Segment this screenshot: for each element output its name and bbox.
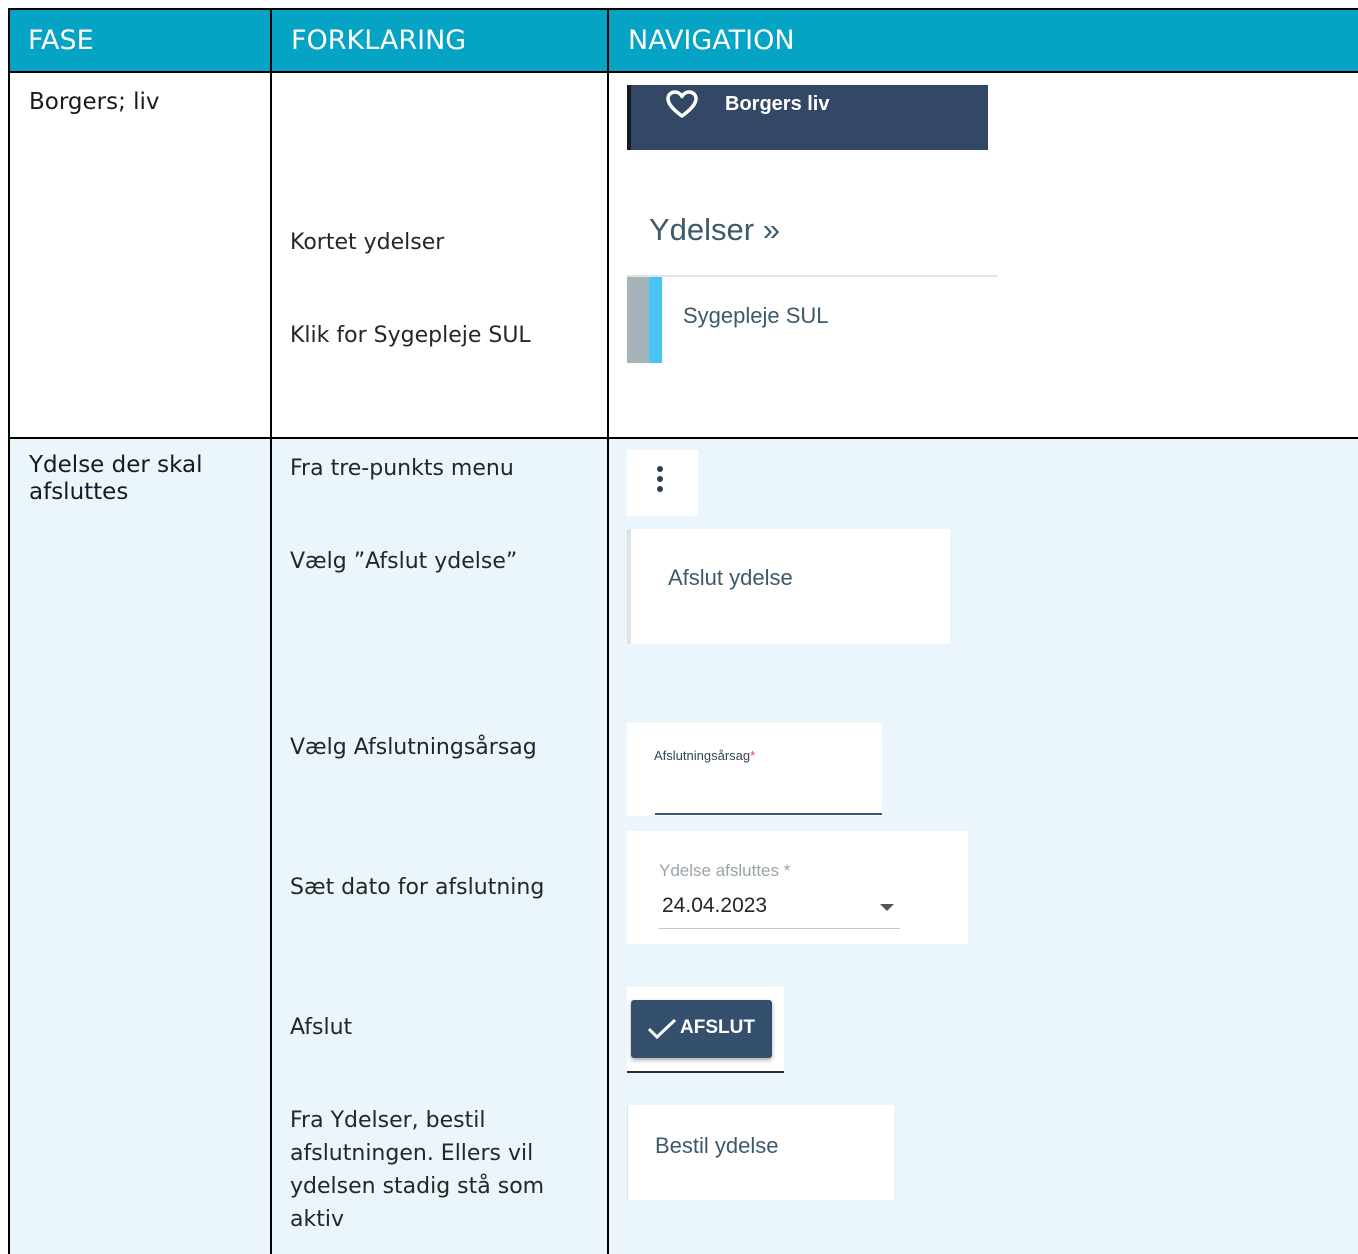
date-field-label: Ydelse afsluttes * bbox=[659, 861, 791, 880]
borgers-liv-label: Borgers liv bbox=[725, 93, 830, 115]
field-underline bbox=[659, 928, 900, 929]
status-bar-accent bbox=[649, 277, 662, 363]
kebab-dot bbox=[657, 476, 663, 482]
step-line: Fra Ydelser, bestil bbox=[290, 1108, 486, 1133]
step-text: Klik for Sygepleje SUL bbox=[290, 323, 531, 348]
row-divider bbox=[8, 437, 1358, 439]
fase-borgers-liv: Borgers; liv bbox=[29, 89, 160, 115]
heart-icon bbox=[666, 90, 698, 118]
borgers-liv-nav-item[interactable]: Borgers liv bbox=[627, 85, 988, 150]
fase-ydelse-afsluttes: Ydelse der skal afsluttes bbox=[29, 452, 203, 506]
kebab-menu-button[interactable] bbox=[627, 450, 698, 516]
field-label-text: Afslutningsårsag bbox=[654, 748, 751, 763]
bestil-ydelse-label: Bestil ydelse bbox=[655, 1133, 779, 1158]
column-divider bbox=[607, 8, 609, 1254]
afslut-button-label: AFSLUT bbox=[680, 1017, 755, 1038]
column-divider bbox=[270, 8, 272, 1254]
sygepleje-sul-label: Sygepleje SUL bbox=[683, 303, 829, 328]
step-text: Vælg ”Afslut ydelse” bbox=[290, 549, 518, 574]
required-mark: * bbox=[750, 748, 756, 763]
header-forklaring: FORKLARING bbox=[291, 25, 467, 56]
step-line: afslutningen. Ellers vil bbox=[290, 1141, 534, 1166]
kebab-dot bbox=[657, 466, 663, 472]
afslutningsaarsag-label: Afslutningsårsag* bbox=[654, 748, 755, 763]
table-border-top bbox=[8, 8, 1358, 10]
ydelse-afsluttes-date-field[interactable]: Ydelse afsluttes * 24.04.2023 bbox=[627, 831, 968, 944]
fase-line: afsluttes bbox=[29, 479, 129, 505]
table-border-left bbox=[8, 8, 10, 1254]
afslut-ydelse-menu-item[interactable]: Afslut ydelse bbox=[627, 529, 950, 644]
step-text: Fra tre-punkts menu bbox=[290, 456, 514, 481]
status-bar bbox=[627, 277, 649, 363]
ydelser-card-title[interactable]: Ydelser » bbox=[649, 212, 780, 248]
sygepleje-sul-item[interactable]: Sygepleje SUL bbox=[627, 277, 998, 363]
header-fase: FASE bbox=[28, 25, 94, 56]
fase-line: Ydelse der skal bbox=[29, 452, 203, 478]
document-page: FASE FORKLARING NAVIGATION Borgers; liv … bbox=[0, 0, 1358, 1254]
step-text: Afslut bbox=[290, 1015, 353, 1040]
bestil-ydelse-menu-item[interactable]: Bestil ydelse bbox=[627, 1105, 894, 1200]
afslut-button-container: AFSLUT bbox=[627, 987, 784, 1073]
afslut-button[interactable]: AFSLUT bbox=[631, 1000, 772, 1058]
step-text: Vælg Afslutningsårsag bbox=[290, 735, 537, 760]
check-icon bbox=[647, 1018, 677, 1040]
kebab-dot bbox=[657, 486, 663, 492]
step-text: Sæt dato for afslutning bbox=[290, 875, 545, 900]
divider bbox=[627, 1071, 784, 1073]
afslut-ydelse-label: Afslut ydelse bbox=[668, 565, 793, 590]
header-navigation: NAVIGATION bbox=[628, 25, 795, 56]
step-line: ydelsen stadig stå som bbox=[290, 1174, 545, 1199]
afslutningsaarsag-field[interactable]: Afslutningsårsag* bbox=[627, 723, 882, 816]
dropdown-caret-icon[interactable] bbox=[880, 904, 894, 911]
step-text: Kortet ydelser bbox=[290, 230, 445, 255]
step-line: aktiv bbox=[290, 1207, 344, 1232]
header-divider bbox=[8, 71, 1358, 73]
step-text-multiline: Fra Ydelser, bestil afslutningen. Ellers… bbox=[290, 1104, 544, 1236]
field-underline bbox=[655, 813, 882, 815]
date-field-value: 24.04.2023 bbox=[662, 894, 768, 917]
